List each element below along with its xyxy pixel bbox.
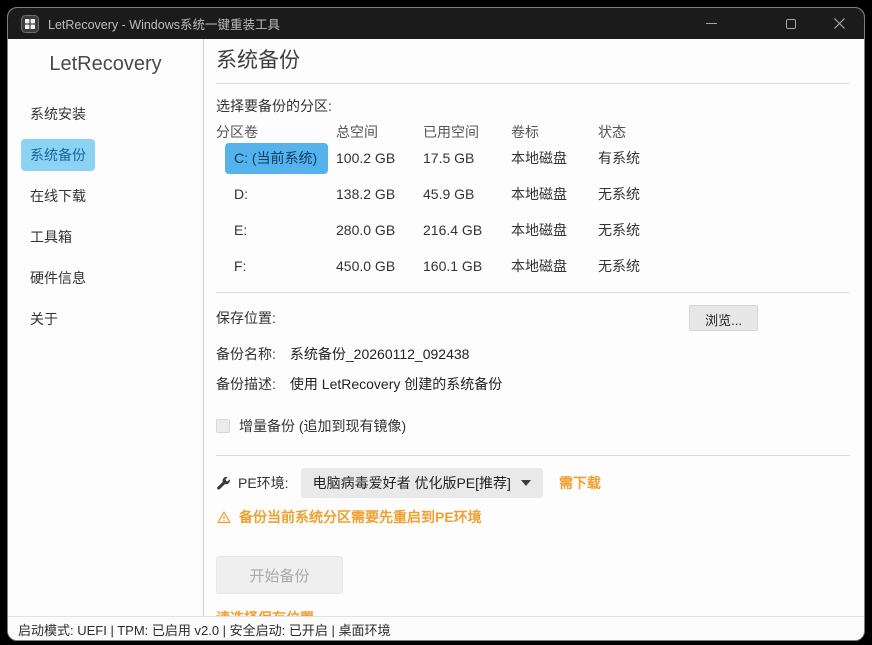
download-required-badge: 需下载 xyxy=(559,473,601,493)
partition-row-d[interactable]: D: 138.2 GB 45.9 GB 本地磁盘 无系统 xyxy=(216,176,850,212)
pe-env-dropdown[interactable]: 电脑病毒爱好者 优化版PE[推荐] xyxy=(301,468,543,498)
partition-label: 本地磁盘 xyxy=(511,220,598,240)
app-icon xyxy=(21,15,39,33)
backup-desc-label: 备份描述: xyxy=(216,374,276,394)
sidebar-item-system-backup[interactable]: 系统备份 xyxy=(21,139,95,171)
main-content: 系统备份 选择要备份的分区: 分区卷 总空间 已用空间 卷标 状态 C: (当前… xyxy=(204,39,864,616)
sidebar-nav: 系统安装 系统备份 在线下载 工具箱 硬件信息 关于 xyxy=(8,98,203,335)
chevron-down-icon xyxy=(521,480,531,486)
minimize-button[interactable] xyxy=(701,14,721,34)
backup-name-label: 备份名称: xyxy=(216,344,276,364)
partition-total: 450.0 GB xyxy=(336,258,423,274)
partition-table: C: (当前系统) 100.2 GB 17.5 GB 本地磁盘 有系统 D: 1… xyxy=(216,140,850,274)
save-location-label: 保存位置: xyxy=(216,308,276,328)
warning-triangle-icon xyxy=(216,510,232,525)
partition-row-e[interactable]: E: 280.0 GB 216.4 GB 本地磁盘 无系统 xyxy=(216,212,850,248)
partition-total: 280.0 GB xyxy=(336,222,423,238)
minimize-icon xyxy=(706,23,717,24)
partition-volume: D: xyxy=(225,181,259,208)
titlebar: LetRecovery - Windows系统一键重装工具 xyxy=(8,8,864,39)
incremental-checkbox[interactable] xyxy=(216,419,230,433)
partition-label: 本地磁盘 xyxy=(511,148,598,168)
partition-section-label: 选择要备份的分区: xyxy=(216,96,850,116)
partition-used: 45.9 GB xyxy=(423,186,511,202)
backup-name-value[interactable]: 系统备份_20260112_092438 xyxy=(290,344,470,364)
sidebar-item-hardware-info[interactable]: 硬件信息 xyxy=(21,262,95,294)
sidebar-item-toolbox[interactable]: 工具箱 xyxy=(21,221,81,253)
divider xyxy=(216,292,850,293)
partition-row-c[interactable]: C: (当前系统) 100.2 GB 17.5 GB 本地磁盘 有系统 xyxy=(216,140,850,176)
sidebar-item-system-install[interactable]: 系统安装 xyxy=(21,98,95,130)
column-header-label: 卷标 xyxy=(511,122,598,142)
divider xyxy=(216,83,850,84)
column-header-used: 已用空间 xyxy=(423,122,511,142)
column-header-volume: 分区卷 xyxy=(216,122,336,142)
maximize-icon xyxy=(786,19,796,29)
sidebar-item-online-download[interactable]: 在线下载 xyxy=(21,180,95,212)
partition-volume: C: (当前系统) xyxy=(225,143,328,174)
pe-env-label: PE环境: xyxy=(238,473,289,493)
sidebar: LetRecovery 系统安装 系统备份 在线下载 工具箱 硬件信息 关于 xyxy=(8,39,204,616)
window-controls xyxy=(701,8,851,39)
partition-row-f[interactable]: F: 450.0 GB 160.1 GB 本地磁盘 无系统 xyxy=(216,248,850,274)
warning-text: 备份当前系统分区需要先重启到PE环境 xyxy=(239,507,482,527)
window-title: LetRecovery - Windows系统一键重装工具 xyxy=(48,14,280,33)
statusbar-text: 启动模式: UEFI | TPM: 已启用 v2.0 | 安全启动: 已开启 |… xyxy=(18,620,390,639)
partition-volume: E: xyxy=(225,217,258,244)
partition-used: 160.1 GB xyxy=(423,258,511,274)
save-location-hint: 请选择保存位置 xyxy=(216,608,850,616)
partition-used: 216.4 GB xyxy=(423,222,511,238)
partition-used: 17.5 GB xyxy=(423,150,511,166)
column-header-status: 状态 xyxy=(598,122,850,142)
partition-volume: F: xyxy=(225,253,257,275)
wrench-icon xyxy=(216,476,231,491)
pe-env-selected-option: 电脑病毒爱好者 优化版PE[推荐] xyxy=(313,473,511,493)
close-icon xyxy=(833,17,846,30)
partition-status: 有系统 xyxy=(598,148,850,168)
statusbar: 启动模式: UEFI | TPM: 已启用 v2.0 | 安全启动: 已开启 |… xyxy=(8,616,864,641)
close-button[interactable] xyxy=(829,14,849,34)
divider xyxy=(216,455,850,456)
page-title: 系统备份 xyxy=(216,49,850,73)
partition-status: 无系统 xyxy=(598,184,850,204)
partition-label: 本地磁盘 xyxy=(511,256,598,274)
column-header-total: 总空间 xyxy=(336,122,423,142)
browse-button[interactable]: 浏览... xyxy=(689,305,758,331)
start-backup-button[interactable]: 开始备份 xyxy=(216,556,343,594)
app-brand: LetRecovery xyxy=(8,53,203,76)
backup-desc-value[interactable]: 使用 LetRecovery 创建的系统备份 xyxy=(290,374,502,394)
sidebar-item-about[interactable]: 关于 xyxy=(21,303,67,335)
incremental-label: 增量备份 (追加到现有镜像) xyxy=(239,416,406,436)
app-window: LetRecovery - Windows系统一键重装工具 LetRecover… xyxy=(7,7,865,641)
partition-status: 无系统 xyxy=(598,256,850,274)
partition-total: 138.2 GB xyxy=(336,186,423,202)
maximize-button[interactable] xyxy=(781,14,801,34)
partition-table-header: 分区卷 总空间 已用空间 卷标 状态 xyxy=(216,122,850,140)
partition-label: 本地磁盘 xyxy=(511,184,598,204)
partition-total: 100.2 GB xyxy=(336,150,423,166)
partition-status: 无系统 xyxy=(598,220,850,240)
